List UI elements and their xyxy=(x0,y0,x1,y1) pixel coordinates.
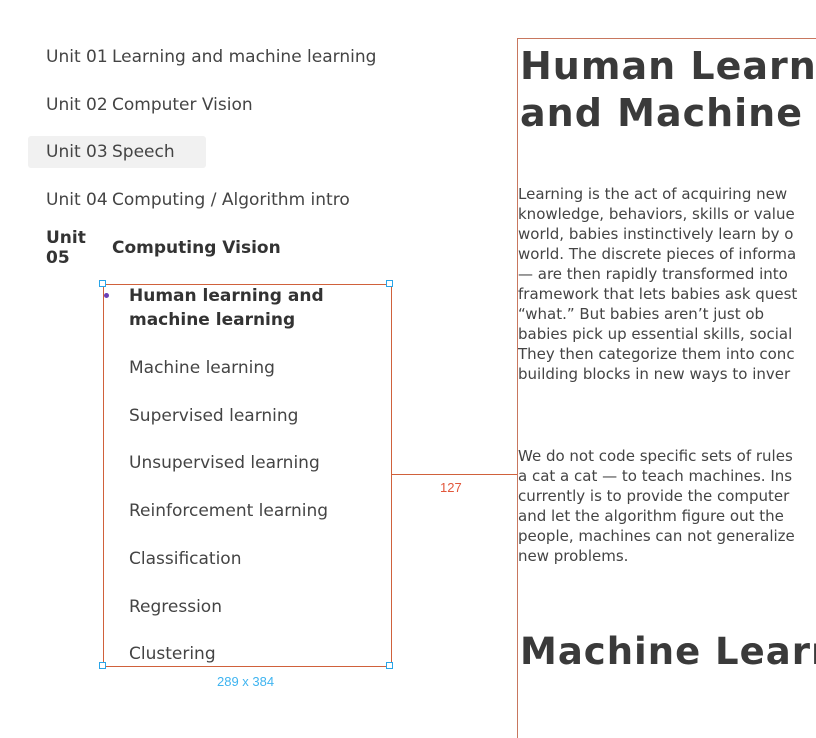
unit-code: Unit 02 xyxy=(46,95,108,115)
distance-measure-line xyxy=(391,474,517,475)
unit-title: Computing / Algorithm intro xyxy=(112,190,350,210)
paragraph-line: world. The discrete pieces of informa xyxy=(518,245,797,263)
paragraph-line: knowledge, behaviors, skills or value xyxy=(518,205,795,223)
content-panel: Human Learninand Machine Le Learning is … xyxy=(517,38,816,738)
page-title-line-2: and Machine Le xyxy=(520,91,804,135)
unit-code: Unit 04 xyxy=(46,190,108,210)
paragraph-line: They then categorize them into conc xyxy=(518,345,795,363)
paragraph-line: currently is to provide the computer xyxy=(518,487,790,505)
bullet-dot-icon xyxy=(104,293,109,298)
paragraph-line: new problems. xyxy=(518,547,629,565)
page-title-line-1: Human Learnin xyxy=(520,44,816,88)
paragraph-line: world, babies instinctively learn by o xyxy=(518,225,794,243)
unit-title: Computing Vision xyxy=(112,238,281,258)
unit-code: Unit 05 xyxy=(46,228,86,268)
unit-title: Computer Vision xyxy=(112,95,253,115)
paragraph-line: “what.” But babies aren’t just ob xyxy=(518,305,765,323)
resize-handle-top-right[interactable] xyxy=(386,280,393,287)
paragraph-line: babies pick up essential skills, social xyxy=(518,325,793,343)
unit-row-04[interactable]: Unit 04 Computing / Algorithm intro xyxy=(28,184,448,216)
paragraph-line: Learning is the act of acquiring new xyxy=(518,185,788,203)
resize-handle-bottom-right[interactable] xyxy=(386,662,393,669)
paragraph-line: building blocks in new ways to inver xyxy=(518,365,791,383)
unit-title: Speech xyxy=(112,142,175,162)
selection-size-label: 289 x 384 xyxy=(217,674,275,689)
unit-row-02[interactable]: Unit 02 Computer Vision xyxy=(28,89,448,121)
paragraph-2: We do not code specific sets of rules a … xyxy=(518,446,816,566)
unit-code: Unit 01 xyxy=(46,47,108,67)
paragraph-line: people, machines can not generalize xyxy=(518,527,795,545)
resize-handle-top-left[interactable] xyxy=(99,280,106,287)
paragraph-line: We do not code specific sets of rules xyxy=(518,447,793,465)
unit-row-01[interactable]: Unit 01 Learning and machine learning xyxy=(28,41,448,73)
section-heading: Machine Learni xyxy=(520,630,816,673)
selection-box[interactable] xyxy=(103,284,392,667)
page-title: Human Learninand Machine Le xyxy=(520,43,816,137)
paragraph-line: — are then rapidly transformed into xyxy=(518,265,788,283)
unit-row-05[interactable]: Unit 05 Computing Vision xyxy=(28,228,448,268)
paragraph-line: and let the algorithm figure out the xyxy=(518,507,784,525)
paragraph-line: framework that lets babies ask quest xyxy=(518,285,798,303)
paragraph-1: Learning is the act of acquiring new kno… xyxy=(518,184,816,384)
paragraph-line: a cat a cat — to teach machines. Ins xyxy=(518,467,793,485)
resize-handle-bottom-left[interactable] xyxy=(99,662,106,669)
distance-measure-label: 127 xyxy=(440,480,462,495)
unit-row-03[interactable]: Unit 03 Speech xyxy=(28,136,448,168)
unit-title: Learning and machine learning xyxy=(112,47,377,67)
unit-code: Unit 03 xyxy=(46,142,108,162)
